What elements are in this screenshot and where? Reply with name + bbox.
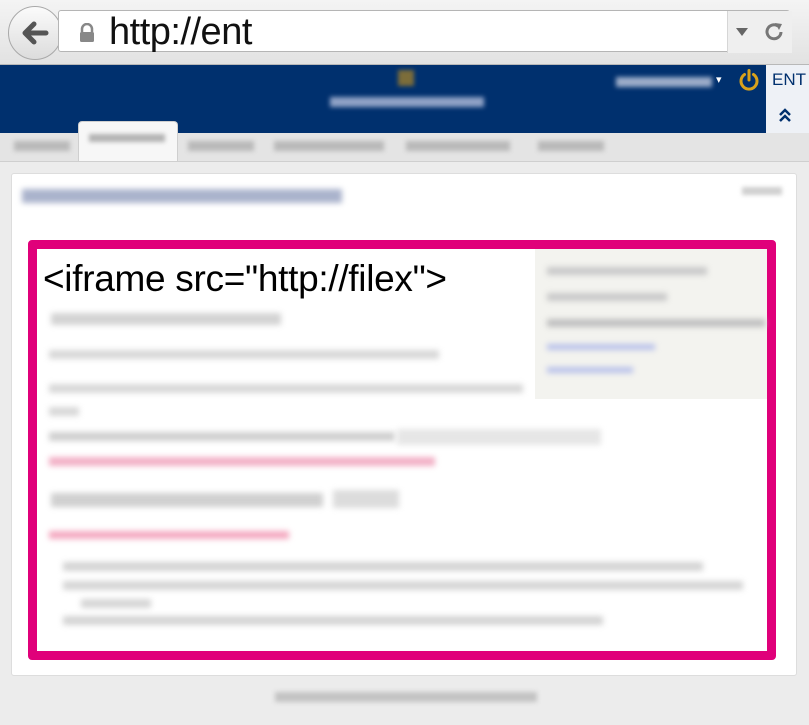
- nav-tabs: [0, 121, 809, 162]
- iframe-highlight: <iframe src="http://filex">: [28, 240, 776, 660]
- dropdown-icon[interactable]: [735, 27, 749, 37]
- power-icon[interactable]: [737, 68, 761, 92]
- iframe-sidebar: [535, 249, 767, 399]
- sidebar-link[interactable]: [547, 344, 655, 350]
- iframe-list-item: [81, 599, 151, 608]
- site-logo[interactable]: [398, 70, 414, 86]
- iframe-text: [49, 407, 79, 416]
- tab-item[interactable]: [406, 141, 510, 151]
- tab-active-label: [89, 134, 165, 142]
- iframe-list-item: [63, 581, 743, 590]
- iframe-text: [49, 384, 523, 393]
- iframe-list-item: [63, 562, 703, 571]
- ent-label[interactable]: ENT: [772, 70, 806, 90]
- site-name: [330, 97, 484, 107]
- user-name[interactable]: [616, 77, 712, 87]
- iframe-src-label: <iframe src="http://filex">: [43, 258, 447, 299]
- tab-item[interactable]: [274, 141, 384, 151]
- page-footer: [275, 692, 537, 702]
- tab-item[interactable]: [14, 141, 70, 151]
- iframe-text: [51, 313, 281, 325]
- tab-item[interactable]: [538, 141, 604, 151]
- ent-panel: ENT: [766, 65, 809, 133]
- back-arrow-icon: [22, 21, 49, 45]
- tab-active[interactable]: [78, 121, 178, 161]
- reload-icon[interactable]: [763, 21, 785, 43]
- sidebar-text: [547, 293, 667, 301]
- lock-icon: [80, 23, 94, 42]
- double-chevron-up-icon[interactable]: [778, 107, 792, 123]
- browser-toolbar: http://ent: [0, 0, 809, 65]
- tab-item[interactable]: [188, 141, 254, 151]
- iframe-text: [51, 493, 323, 507]
- iframe-warning-heading: [49, 531, 289, 539]
- sidebar-link[interactable]: [547, 367, 633, 373]
- address-bar[interactable]: http://ent: [58, 10, 792, 53]
- iframe-text: [49, 432, 395, 441]
- sidebar-text: [547, 319, 765, 327]
- sidebar-text: [547, 267, 707, 275]
- back-button[interactable]: [8, 6, 62, 60]
- iframe-text: [49, 350, 439, 359]
- user-menu-caret-icon[interactable]: ▾: [716, 73, 722, 86]
- panel-link[interactable]: [742, 187, 782, 195]
- iframe-list-item: [63, 616, 603, 625]
- url-text[interactable]: http://ent: [109, 11, 252, 53]
- iframe-input[interactable]: [397, 429, 601, 445]
- iframe-warning-text: [49, 457, 435, 466]
- page-title: [22, 189, 342, 203]
- url-actions: [727, 11, 792, 53]
- iframe-button[interactable]: [333, 490, 399, 508]
